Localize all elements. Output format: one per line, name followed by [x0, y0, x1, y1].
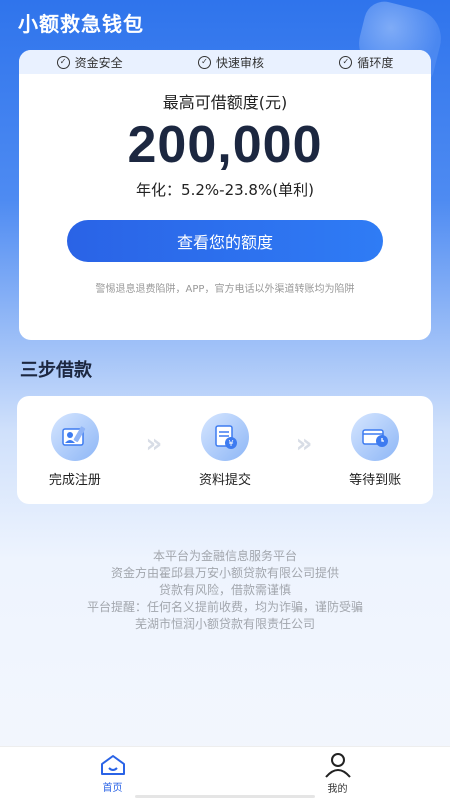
chevron-right-icon: » — [145, 429, 163, 459]
check-circle-icon: ✓ — [197, 55, 211, 69]
step-label: 完成注册 — [48, 472, 101, 488]
fraud-warning: 警惕退息退费陷阱，APP，官方电话以外渠道转账均为陷阱 — [95, 284, 355, 295]
feature-item: ✓ 资金安全 — [56, 54, 123, 71]
feature-label: 快速审核 — [215, 55, 264, 70]
check-circle-icon: ✓ — [339, 55, 353, 69]
steps-title: 三步借款 — [20, 360, 92, 381]
steps-card: 完成注册 » ¥ 资料提交 » 等待到账 — [17, 396, 433, 504]
disclaimer-line: 资金方由霍邱县万安小额贷款有限公司提供 — [110, 566, 339, 580]
user-icon — [324, 753, 351, 778]
wallet-clock-icon — [351, 412, 400, 461]
features-bar: ✓ 资金安全 ✓ 快速审核 ✓ 循环度 — [19, 50, 431, 74]
step-submit: ¥ 资料提交 — [180, 412, 270, 488]
step-register: 完成注册 — [30, 412, 120, 488]
tab-label: 我的 — [327, 784, 348, 795]
home-icon — [100, 755, 125, 775]
disclaimer-line: 平台提醒：任何名义提前收费，均为诈骗，谨防受骗 — [86, 600, 363, 614]
document-icon: ¥ — [200, 412, 249, 461]
feature-item: ✓ 快速审核 — [197, 54, 264, 71]
disclaimer-line: 芜湖市恒润小额贷款有限责任公司 — [134, 617, 315, 631]
app-title: 小额救急钱包 — [18, 12, 144, 36]
feature-label: 资金安全 — [74, 55, 123, 70]
check-limit-button[interactable]: 查看您的额度 — [67, 220, 383, 262]
step-label: 等待到账 — [349, 472, 402, 488]
loan-limit-card: ✓ 资金安全 ✓ 快速审核 ✓ 循环度 最高可借额度(元) 200,000 年化… — [19, 50, 431, 340]
home-indicator — [135, 795, 315, 798]
disclaimer-line: 贷款有风险，借款需谨慎 — [158, 583, 291, 597]
limit-amount: 200,000 — [127, 116, 323, 174]
limit-label: 最高可借额度(元) — [162, 93, 288, 112]
feature-label: 循环度 — [357, 55, 394, 70]
tab-mine[interactable]: 我的 — [225, 747, 450, 800]
svg-text:¥: ¥ — [228, 439, 233, 448]
disclaimer: 本平台为金融信息服务平台 资金方由霍邱县万安小额贷款有限公司提供 贷款有风险，借… — [0, 548, 450, 633]
tab-label: 首页 — [102, 783, 123, 794]
step-label: 资料提交 — [198, 472, 251, 488]
chevron-right-icon: » — [295, 429, 313, 459]
step-wait: 等待到账 — [330, 412, 420, 488]
bottom-tab-bar: 首页 我的 — [0, 746, 450, 800]
register-icon — [50, 412, 99, 461]
tab-home[interactable]: 首页 — [0, 747, 225, 800]
disclaimer-line: 本平台为金融信息服务平台 — [152, 549, 297, 563]
feature-item: ✓ 循环度 — [339, 54, 393, 71]
interest-rate: 年化：5.2%-23.8%(单利) — [136, 181, 314, 199]
check-circle-icon: ✓ — [56, 55, 70, 69]
